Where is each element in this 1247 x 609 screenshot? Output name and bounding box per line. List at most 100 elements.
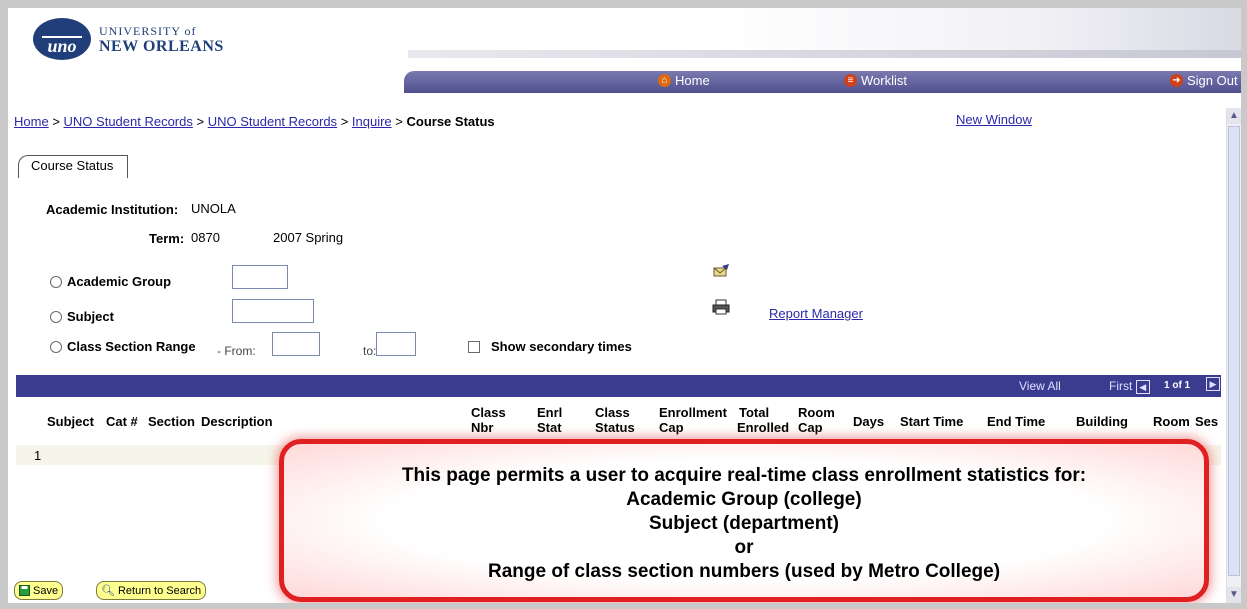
col-description: Description [201,414,273,429]
col-room-cap-line2: Cap [798,420,823,435]
first-link[interactable]: First ◀ [1109,379,1150,394]
callout-line2: Academic Group (college) [626,489,862,510]
nav-worklist[interactable]: ≡ Worklist [844,73,907,88]
tab-course-status[interactable]: Course Status [18,155,129,178]
show-secondary-times-label: Show secondary times [491,339,632,354]
academic-group-label: Academic Group [67,274,172,289]
col-days: Days [853,414,885,429]
subject-option[interactable]: Subject [50,309,114,324]
class-section-range-radio[interactable] [50,340,62,353]
breadcrumb-home[interactable]: Home [14,114,49,129]
nav-home-label: Home [675,73,710,88]
home-icon: ⌂ [658,74,671,87]
breadcrumb-inquire[interactable]: Inquire [352,114,392,129]
return-to-search-button[interactable]: 🔍︎ Return to Search [96,581,207,600]
callout-line4: or [734,537,754,558]
callout-line1: This page permits a user to acquire real… [401,465,1087,486]
nav-sign-out[interactable]: ➜ Sign Out [1170,73,1238,88]
term-description: 2007 Spring [273,230,344,245]
breadcrumb-separator: > [52,114,60,129]
university-logo: uno UNIVERSITY of NEW ORLEANS [33,18,224,60]
breadcrumb-uno-student-records-2[interactable]: UNO Student Records [208,114,337,129]
col-class-nbr-line1: Class [471,405,506,420]
breadcrumb-current: Course Status [406,114,495,129]
callout-line3: Subject (department) [648,513,840,534]
previous-page-icon[interactable]: ◀ [1135,379,1150,394]
first-label: First [1109,379,1133,393]
sign-out-icon: ➜ [1170,74,1183,87]
col-class-status-line1: Class [595,405,630,420]
scroll-down-icon[interactable]: ▼ [1227,587,1241,603]
col-class-nbr: Class Nbr [471,405,506,435]
callout-line5: Range of class section numbers (used by … [487,561,1001,582]
save-icon [19,585,30,596]
to-label: to: [363,344,377,358]
logo-seal-text: uno [47,35,77,56]
section-to-input[interactable] [376,332,416,356]
col-room-cap-line1: Room [798,405,835,420]
subject-label: Subject [67,309,114,324]
subject-radio[interactable] [50,310,62,323]
logo-line2: NEW ORLEANS [99,38,224,55]
col-enrollment-cap-line2: Cap [659,420,684,435]
col-total-enrolled-line1: Total [739,405,770,420]
browser-frame: uno UNIVERSITY of NEW ORLEANS ⌂ Home ≡ W… [0,0,1247,609]
col-enrl-stat-line2: Stat [537,420,562,435]
col-room-cap: Room Cap [798,405,835,435]
col-enrollment-cap-line1: Enrollment [659,405,727,420]
institution-value: UNOLA [191,201,236,216]
nav-home[interactable]: ⌂ Home [658,73,710,88]
col-section: Section [148,414,195,429]
col-total-enrolled-line2: Enrolled [737,420,790,435]
scroll-up-icon[interactable]: ▲ [1227,108,1241,124]
show-secondary-times-option[interactable]: Show secondary times [468,339,632,354]
breadcrumb-separator: > [395,114,403,129]
worklist-icon: ≡ [844,74,857,87]
page-info: 1 of 1 [1164,380,1191,391]
header-decoration [708,8,1241,52]
top-navbar: ⌂ Home ≡ Worklist ➜ Sign Out [404,71,1241,93]
section-from-input[interactable] [272,332,320,356]
col-cat: Cat # [106,414,138,429]
annotation-callout: This page permits a user to acquire real… [279,439,1209,602]
print-icon[interactable] [712,299,730,315]
academic-group-input[interactable] [232,265,288,289]
class-section-range-option[interactable]: Class Section Range [50,339,196,354]
academic-group-option[interactable]: Academic Group [50,274,171,289]
logo-text: UNIVERSITY of NEW ORLEANS [99,24,224,55]
show-secondary-times-checkbox[interactable] [468,340,480,353]
col-building: Building [1076,414,1128,429]
col-subject: Subject [47,414,94,429]
search-icon: 🔍︎ [101,584,115,597]
page-header: uno UNIVERSITY of NEW ORLEANS ⌂ Home ≡ W… [8,8,1241,96]
col-class-status: Class Status [595,405,635,435]
grid-navigation-bar: View All First ◀ 1 of 1 ▶ [16,375,1221,397]
header-band [408,50,1241,58]
logo-line1: UNIVERSITY of [99,24,197,38]
view-all-link[interactable]: View All [1019,379,1061,393]
notify-icon[interactable] [712,263,730,279]
row-number: 1 [34,448,42,463]
col-class-status-line2: Status [595,420,635,435]
breadcrumb-uno-student-records-1[interactable]: UNO Student Records [64,114,193,129]
scrollbar-thumb[interactable] [1228,126,1240,576]
nav-worklist-label: Worklist [861,73,907,88]
col-enrl-stat-line1: Enrl [537,405,563,420]
breadcrumb: Home > UNO Student Records > UNO Student… [14,114,495,129]
next-page-icon[interactable]: ▶ [1206,377,1220,391]
col-total-enrolled: Total Enrolled [737,405,790,435]
col-room: Room [1153,414,1190,429]
academic-group-radio[interactable] [50,275,62,288]
save-button[interactable]: Save [14,581,64,600]
vertical-scrollbar[interactable]: ▲ ▼ [1226,108,1241,603]
save-label: Save [33,584,59,597]
return-to-search-label: Return to Search [117,584,202,597]
subject-input[interactable] [232,299,314,323]
col-enrollment-cap: Enrollment Cap [659,405,727,435]
from-label: - From: [217,344,256,358]
institution-label: Academic Institution: [46,202,179,217]
col-enrl-stat: Enrl Stat [537,405,562,435]
report-manager-link[interactable]: Report Manager [769,306,863,321]
skyline-graphic [42,24,82,38]
new-window-link[interactable]: New Window [956,112,1032,127]
